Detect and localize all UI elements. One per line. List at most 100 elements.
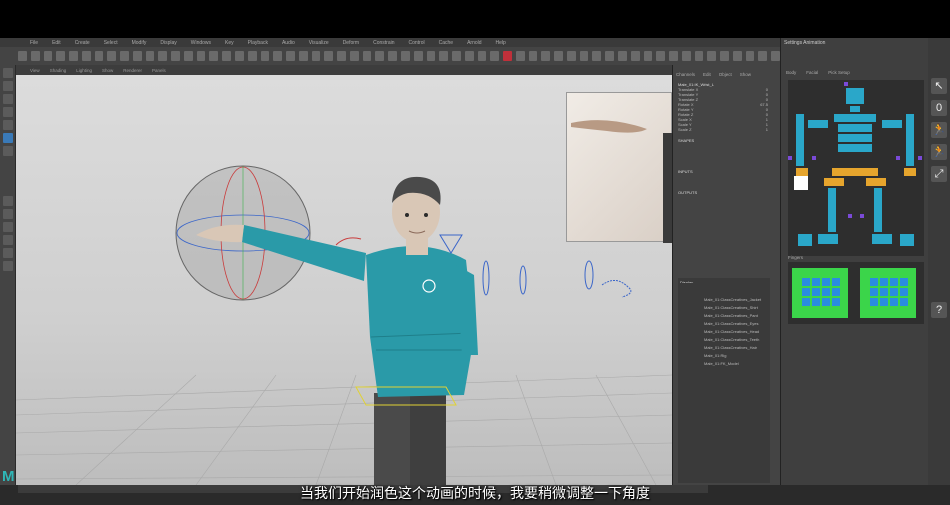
shelf-tool-icon[interactable] xyxy=(273,51,283,61)
shelf-tool-icon[interactable] xyxy=(286,51,295,61)
menu-item[interactable]: Deform xyxy=(343,40,359,46)
shelf-tool-icon[interactable] xyxy=(694,51,704,61)
shelf-tool-icon[interactable] xyxy=(503,51,512,61)
menu-item[interactable]: Control xyxy=(409,40,425,46)
shelf-tool-icon[interactable] xyxy=(120,51,129,61)
select-tool-icon[interactable] xyxy=(2,68,13,78)
viewport-menu-show[interactable]: Show xyxy=(102,68,113,73)
tab-channels[interactable]: Channels xyxy=(676,72,695,77)
shelf-tool-icon[interactable] xyxy=(43,51,53,61)
menu-item[interactable]: Windows xyxy=(191,40,211,46)
shelf-tool-icon[interactable] xyxy=(400,51,410,61)
shelf-tool-icon[interactable] xyxy=(362,51,372,61)
menu-item[interactable]: Create xyxy=(75,40,90,46)
menu-item[interactable]: Key xyxy=(225,40,234,46)
shelf-tool-icon[interactable] xyxy=(630,51,640,61)
viewport-menu-panels[interactable]: Panels xyxy=(152,68,166,73)
shelf-tool-icon[interactable] xyxy=(235,51,244,61)
picker-reset-control[interactable] xyxy=(794,176,808,190)
shelf-tool-icon[interactable] xyxy=(375,51,385,61)
shelf-tool-icon[interactable] xyxy=(349,51,359,61)
viewport-menu-renderer[interactable]: Renderer xyxy=(123,68,142,73)
reference-image-plane[interactable] xyxy=(566,92,673,243)
shelf-tool-icon[interactable] xyxy=(771,51,780,61)
shelf-tool-icon[interactable] xyxy=(656,51,666,61)
picker-body-controls[interactable] xyxy=(796,88,914,246)
layer-item[interactable]: Male_01:ClassCreatives_Teeth xyxy=(704,337,770,345)
layer-item[interactable]: Male_01:ClassCreatives_Head xyxy=(704,329,770,337)
layout-four-icon[interactable] xyxy=(2,209,13,219)
layout-stack-icon[interactable] xyxy=(2,235,13,245)
tab-edit[interactable]: Edit xyxy=(703,72,711,77)
shelf-tool-icon[interactable] xyxy=(554,51,563,61)
shelf-tool-icon[interactable] xyxy=(107,51,117,61)
body-picker[interactable] xyxy=(788,80,924,256)
menu-item[interactable]: File xyxy=(30,40,38,46)
last-tool-icon[interactable] xyxy=(2,146,13,156)
shelf-tool-icon[interactable] xyxy=(707,51,717,61)
shelf-tool-icon[interactable] xyxy=(132,51,142,61)
menu-item[interactable]: Arnold xyxy=(467,40,481,46)
shelf-tool-icon[interactable] xyxy=(337,51,346,61)
shelf-tool-icon[interactable] xyxy=(426,51,436,61)
shelf-tool-icon[interactable] xyxy=(196,51,206,61)
reset-pose-button[interactable]: 0 xyxy=(931,100,947,116)
shelf-tool-icon[interactable] xyxy=(643,51,653,61)
shelf-tool-icon[interactable] xyxy=(592,51,602,61)
menu-item[interactable]: Modify xyxy=(132,40,147,46)
menu-item[interactable]: Constrain xyxy=(373,40,394,46)
menu-item[interactable]: Display xyxy=(160,40,176,46)
menu-item[interactable]: Help xyxy=(496,40,506,46)
move-tool-icon[interactable] xyxy=(2,107,13,117)
shelf-tool-icon[interactable] xyxy=(222,51,232,61)
help-button[interactable]: ? xyxy=(931,302,947,318)
menu-item[interactable]: Cache xyxy=(439,40,453,46)
viewport-menu-view[interactable]: View xyxy=(30,68,40,73)
layout-side-icon[interactable] xyxy=(2,222,13,232)
shelf-tool-icon[interactable] xyxy=(579,51,589,61)
shelf-tool-icon[interactable] xyxy=(94,51,104,61)
attr-row[interactable]: Scale Z 1 xyxy=(678,127,768,132)
shelf-tool-icon[interactable] xyxy=(298,51,308,61)
shelf-tool-icon[interactable] xyxy=(566,51,576,61)
shelf-tool-icon[interactable] xyxy=(18,51,27,61)
shelf-tool-icon[interactable] xyxy=(452,51,461,61)
layer-item[interactable]: Male_01:ClassCreatives_Jacket xyxy=(704,297,770,305)
shelf-tool-icon[interactable] xyxy=(464,51,474,61)
shelf-tool-icon[interactable] xyxy=(69,51,78,61)
viewport-menu-lighting[interactable]: Lighting xyxy=(76,68,92,73)
tab-body[interactable]: Body xyxy=(786,70,796,75)
tab-show[interactable]: Show xyxy=(740,72,751,77)
graph-layout-icon[interactable] xyxy=(2,261,13,271)
shelf-tool-icon[interactable] xyxy=(720,51,729,61)
rotate-tool-icon[interactable] xyxy=(2,120,13,130)
shelf-tool-icon[interactable] xyxy=(758,51,768,61)
shelf-tool-icon[interactable] xyxy=(477,51,487,61)
tab-pick-setup[interactable]: Pick Setup xyxy=(828,70,850,75)
shelf-tool-icon[interactable] xyxy=(745,51,755,61)
fingers-picker[interactable] xyxy=(788,262,924,324)
menu-item[interactable]: Audio xyxy=(282,40,295,46)
shelf-tool-icon[interactable] xyxy=(183,51,193,61)
shelf-tool-icon[interactable] xyxy=(439,51,449,61)
shelf-tool-icon[interactable] xyxy=(732,51,742,61)
shelf-tool-icon[interactable] xyxy=(56,51,66,61)
shelf-tool-icon[interactable] xyxy=(515,51,525,61)
shelf-tool-icon[interactable] xyxy=(145,51,155,61)
shelf-tool-icon[interactable] xyxy=(30,51,40,61)
shelf-tool-icon[interactable] xyxy=(324,51,334,61)
shelf-tool-icon[interactable] xyxy=(388,51,397,61)
shelf-tool-icon[interactable] xyxy=(490,51,500,61)
paint-tool-icon[interactable] xyxy=(2,94,13,104)
shelf-tool-icon[interactable] xyxy=(209,51,219,61)
shelf-tool-icon[interactable] xyxy=(528,51,538,61)
layer-item[interactable]: Male_01:ClassCreatives_Pant xyxy=(704,313,770,321)
shelf-tool-icon[interactable] xyxy=(669,51,678,61)
layout-single-icon[interactable] xyxy=(2,196,13,206)
shelf-tool-icon[interactable] xyxy=(681,51,691,61)
shelf-tool-icon[interactable] xyxy=(171,51,180,61)
shelf-tool-icon[interactable] xyxy=(413,51,423,61)
menu-item[interactable]: Visualize xyxy=(309,40,329,46)
menu-item[interactable]: Select xyxy=(104,40,118,46)
layer-item[interactable]: Male_01:ClassCreatives_Shirt xyxy=(704,305,770,313)
